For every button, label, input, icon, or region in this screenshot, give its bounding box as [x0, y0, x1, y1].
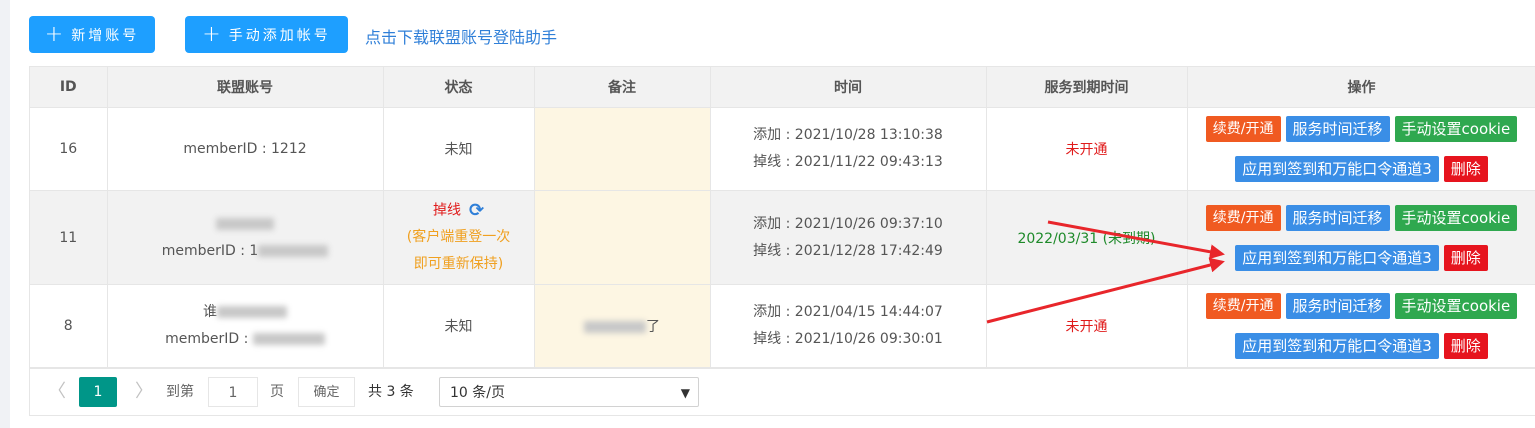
- cell-account: 谁 memberID :: [107, 284, 384, 368]
- table-row: 8 谁 memberID : 未知 了 添加 : 2021/04/15 14:4…: [30, 284, 1535, 368]
- col-header-account[interactable]: 联盟账号: [107, 67, 384, 108]
- new-account-label: 新增账号: [71, 27, 140, 44]
- cell-time: 添加 : 2021/04/15 14:44:07 掉线 : 2021/10/26…: [710, 284, 987, 368]
- renew-button[interactable]: 续费/开通: [1205, 204, 1281, 231]
- table-row: 11 memberID : 1 掉线 ⟳ (客户端重登一次 即可重新保持) 添加 …: [30, 190, 1535, 285]
- goto-label: 到第: [166, 384, 194, 400]
- note-text: 了: [646, 319, 660, 335]
- account-member-id: memberID :: [108, 326, 383, 353]
- page-size-value: 10 条/页: [450, 385, 505, 401]
- account-name-redacted: 谁: [108, 299, 383, 326]
- status-hint-line1: (客户端重登一次: [406, 229, 511, 246]
- download-helper-link[interactable]: 点击下载联盟账号登陆助手: [365, 24, 557, 48]
- added-time: 添加 : 2021/10/28 13:10:38: [753, 127, 943, 143]
- cell-account: memberID : 1: [107, 190, 384, 285]
- set-cookie-button[interactable]: 手动设置cookie: [1394, 293, 1518, 319]
- cell-note: [534, 107, 711, 191]
- delete-button[interactable]: 删除: [1443, 333, 1488, 359]
- cell-note: [534, 190, 711, 285]
- account-name-redacted: [108, 211, 383, 238]
- pagination-bar: 〈 1 〉 到第 1 页 确定 共 3 条 10 条/页 ▼: [29, 367, 1535, 416]
- caret-down-icon: ▼: [680, 386, 690, 400]
- added-time: 添加 : 2021/04/15 14:44:07: [753, 304, 943, 320]
- left-gutter: [0, 0, 10, 428]
- cell-actions: 续费/开通 服务时间迁移 手动设置cookie 应用到签到和万能口令通道3 删除: [1187, 107, 1535, 191]
- page-current[interactable]: 1: [79, 377, 117, 407]
- col-header-actions[interactable]: 操作: [1187, 67, 1535, 108]
- col-header-status[interactable]: 状态: [383, 67, 535, 108]
- offline-time: 掉线 : 2021/10/26 09:30:01: [753, 331, 943, 347]
- set-cookie-button[interactable]: 手动设置cookie: [1394, 204, 1518, 231]
- cell-expiry: 未开通: [986, 284, 1188, 368]
- status-line: 掉线 ⟳: [384, 197, 534, 225]
- page-unit-label: 页: [270, 384, 284, 400]
- offline-time: 掉线 : 2021/12/28 17:42:49: [753, 242, 943, 259]
- manual-add-account-button[interactable]: + 手动添加帐号: [185, 16, 348, 53]
- cell-account: memberID : 1212: [107, 107, 384, 191]
- migrate-service-button[interactable]: 服务时间迁移: [1285, 204, 1390, 231]
- plus-icon: +: [44, 21, 64, 47]
- delete-button[interactable]: 删除: [1443, 244, 1488, 271]
- delete-button[interactable]: 删除: [1443, 156, 1488, 182]
- status-offline-text: 掉线: [432, 202, 461, 219]
- chevron-right-icon[interactable]: 〉: [135, 377, 153, 407]
- status-hint-line2: 即可重新保持): [413, 256, 504, 273]
- table-header-row: ID 联盟账号 状态 备注 时间 服务到期时间 操作: [30, 67, 1535, 108]
- set-cookie-button[interactable]: 手动设置cookie: [1394, 116, 1518, 142]
- col-header-note[interactable]: 备注: [534, 67, 711, 108]
- col-header-expiry[interactable]: 服务到期时间: [986, 67, 1188, 108]
- cell-status: 掉线 ⟳ (客户端重登一次 即可重新保持): [383, 190, 535, 285]
- page-jump-confirm-button[interactable]: 确定: [298, 377, 355, 407]
- renew-button[interactable]: 续费/开通: [1205, 293, 1281, 319]
- page-size-select[interactable]: 10 条/页 ▼: [439, 377, 699, 407]
- cell-id: 11: [30, 190, 108, 285]
- col-header-time[interactable]: 时间: [710, 67, 987, 108]
- added-time: 添加 : 2021/10/26 09:37:10: [753, 215, 943, 232]
- cell-id: 8: [30, 284, 108, 368]
- account-member-id: memberID : 1: [108, 238, 383, 265]
- cell-status: 未知: [383, 284, 535, 368]
- apply-channel3-button[interactable]: 应用到签到和万能口令通道3: [1235, 156, 1439, 182]
- col-header-id[interactable]: ID: [30, 67, 108, 108]
- accounts-table: ID 联盟账号 状态 备注 时间 服务到期时间 操作 16 memberID :…: [29, 66, 1535, 369]
- cell-id: 16: [30, 107, 108, 191]
- page-jump-input[interactable]: 1: [208, 377, 258, 407]
- cell-time: 添加 : 2021/10/26 09:37:10 掉线 : 2021/12/28…: [710, 190, 987, 285]
- migrate-service-button[interactable]: 服务时间迁移: [1285, 116, 1390, 142]
- cell-expiry: 未开通: [986, 107, 1188, 191]
- apply-channel3-button[interactable]: 应用到签到和万能口令通道3: [1235, 244, 1439, 271]
- table-row: 16 memberID : 1212 未知 添加 : 2021/10/28 13…: [30, 107, 1535, 191]
- cell-note: 了: [534, 284, 711, 368]
- renew-button[interactable]: 续费/开通: [1205, 116, 1281, 142]
- note-redacted: [584, 321, 646, 333]
- cell-actions: 续费/开通 服务时间迁移 手动设置cookie 应用到签到和万能口令通道3 删除: [1187, 284, 1535, 368]
- chevron-left-icon[interactable]: 〈: [48, 377, 66, 407]
- migrate-service-button[interactable]: 服务时间迁移: [1285, 293, 1390, 319]
- cell-time: 添加 : 2021/10/28 13:10:38 掉线 : 2021/11/22…: [710, 107, 987, 191]
- new-account-button[interactable]: + 新增账号: [29, 16, 155, 53]
- apply-channel3-button[interactable]: 应用到签到和万能口令通道3: [1235, 333, 1439, 359]
- refresh-icon[interactable]: ⟳: [469, 197, 484, 224]
- manual-add-label: 手动添加帐号: [228, 27, 331, 44]
- cell-status: 未知: [383, 107, 535, 191]
- cell-actions: 续费/开通 服务时间迁移 手动设置cookie 应用到签到和万能口令通道3 删除: [1187, 190, 1535, 285]
- cell-expiry: 2022/03/31 (未到期): [986, 190, 1188, 285]
- plus-icon: +: [202, 21, 221, 47]
- offline-time: 掉线 : 2021/11/22 09:43:13: [753, 154, 943, 170]
- total-count: 共 3 条: [368, 384, 414, 400]
